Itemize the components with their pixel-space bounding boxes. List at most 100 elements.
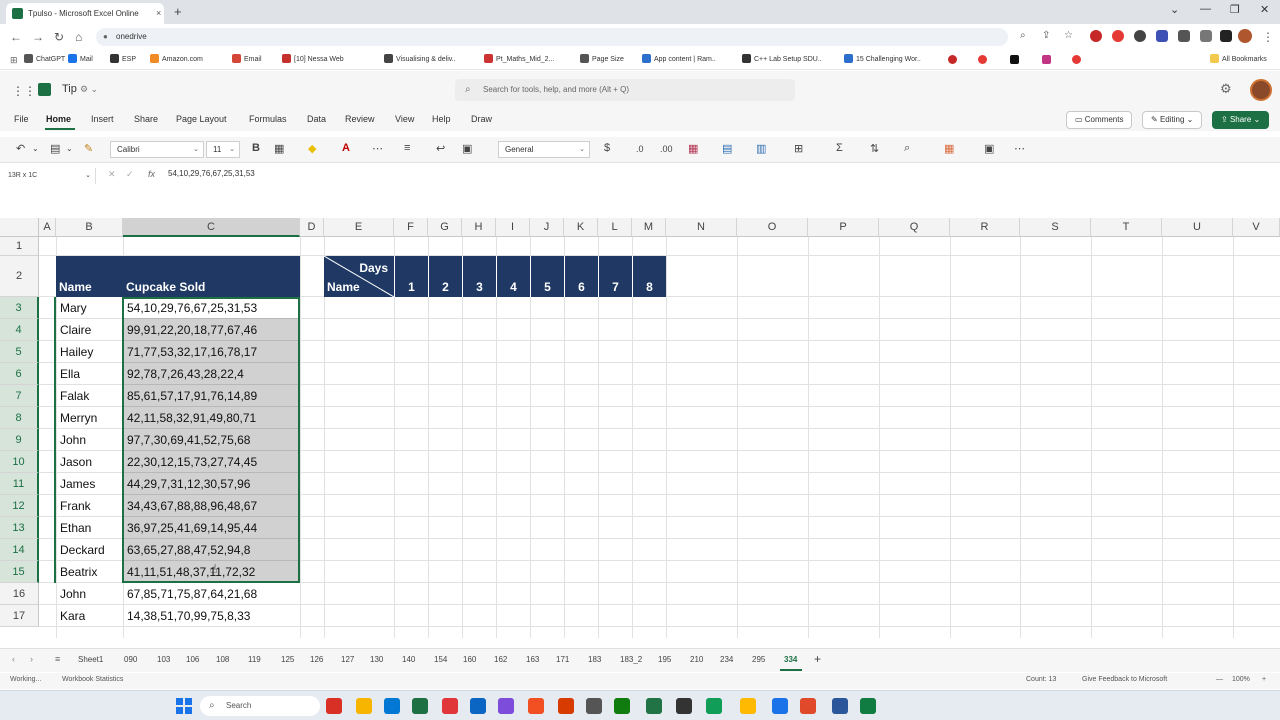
share-page-icon[interactable]: ⇪ [1042,30,1050,41]
taskbar-app-icon[interactable] [646,698,662,714]
name-cell[interactable]: Kara [56,605,123,627]
taskbar-app-icon[interactable] [528,698,544,714]
name-cell[interactable]: Ethan [56,517,123,539]
column-header-k[interactable]: K [564,218,598,237]
conditional-format-icon[interactable]: ▦ [688,142,698,155]
column-header-u[interactable]: U [1162,218,1233,237]
more-font-icon[interactable]: ⋯ [372,142,383,155]
cell-styles-icon[interactable]: ▥ [756,142,766,155]
sheet-tab-127[interactable]: 127 [341,655,354,664]
taskbar-app-icon[interactable] [356,698,372,714]
name-cell[interactable]: John [56,429,123,451]
align-icon[interactable]: ≡ [404,142,410,154]
fill-color-icon[interactable]: ◆ [308,142,316,155]
taskbar-app-icon[interactable] [412,698,428,714]
extension-icon[interactable] [1220,30,1232,42]
taskbar-app-icon[interactable] [676,698,692,714]
sheet-tab-295[interactable]: 295 [752,655,765,664]
sort-filter-icon[interactable]: ⇅ [870,142,879,155]
row-header-17[interactable]: 17 [0,605,39,627]
column-header-l[interactable]: L [598,218,632,237]
sheet-tab-183_2[interactable]: 183_2 [620,655,642,664]
column-header-h[interactable]: H [462,218,496,237]
sheet-tab-210[interactable]: 210 [690,655,703,664]
taskbar-app-icon[interactable] [800,698,816,714]
tab-search-icon[interactable]: ⌄ [1170,3,1179,16]
find-icon[interactable]: ⌕ [904,142,910,155]
sheet-tab-119[interactable]: 119 [248,655,261,664]
url-input[interactable]: ● onedrive [96,28,1008,46]
bookmark-item[interactable]: [10] Nessa Web [282,54,344,63]
column-header-p[interactable]: P [808,218,879,237]
tab-help[interactable]: Help [432,114,451,124]
bookmark-icon[interactable] [1042,55,1051,64]
sheet-tab-154[interactable]: 154 [434,655,447,664]
more-options-icon[interactable]: ⋯ [1014,142,1025,155]
row-header-6[interactable]: 6 [0,363,39,385]
row-header-3[interactable]: 3 [0,297,39,319]
addins-icon[interactable]: ▦ [944,142,954,155]
undo-icon[interactable]: ↶ [16,142,25,155]
number-format-select[interactable]: General ⌄ [498,141,590,158]
extension-icon[interactable] [1156,30,1168,42]
column-header-m[interactable]: M [632,218,666,237]
select-all-corner[interactable] [0,218,39,237]
name-cell[interactable]: Jason [56,451,123,473]
name-cell[interactable]: Hailey [56,341,123,363]
bold-icon[interactable]: B [252,142,260,154]
increase-decimal-icon[interactable]: .0 [636,144,644,154]
site-info-icon[interactable]: ● [103,28,108,46]
clipboard-dropdown-icon[interactable]: ⌄ [66,144,73,153]
name-cell[interactable]: Ella [56,363,123,385]
currency-icon[interactable]: $ [604,142,610,154]
home-icon[interactable]: ⌂ [75,30,82,44]
row-header-12[interactable]: 12 [0,495,39,517]
bookmark-item[interactable]: Mail [68,54,93,63]
sheet-tab-103[interactable]: 103 [157,655,170,664]
column-header-i[interactable]: I [496,218,530,237]
cupcake-sold-cell[interactable]: 63,65,27,88,47,52,94,8 [123,539,300,561]
taskbar-app-icon[interactable] [442,698,458,714]
sheet-tab-234[interactable]: 234 [720,655,733,664]
column-header-v[interactable]: V [1233,218,1280,237]
undo-dropdown-icon[interactable]: ⌄ [32,144,39,153]
row-header-16[interactable]: 16 [0,583,39,605]
cupcake-sold-cell[interactable]: 71,77,53,32,17,16,78,17 [123,341,300,363]
taskbar-app-icon[interactable] [614,698,630,714]
name-cell[interactable]: Deckard [56,539,123,561]
zoom-out-icon[interactable]: — [1216,676,1223,683]
name-cell[interactable]: Merryn [56,407,123,429]
settings-icon[interactable]: ⚙ [1220,81,1232,97]
cupcake-sold-cell[interactable]: 99,91,22,20,18,77,67,46 [123,319,300,341]
column-header-c[interactable]: C [123,218,300,237]
bookmark-icon[interactable] [948,55,957,64]
wrap-text-icon[interactable]: ↩ [436,142,445,155]
row-header-5[interactable]: 5 [0,341,39,363]
column-header-o[interactable]: O [737,218,808,237]
column-header-e[interactable]: E [324,218,394,237]
decrease-decimal-icon[interactable]: .00 [660,144,673,154]
taskbar-app-icon[interactable] [832,698,848,714]
cupcake-sold-cell[interactable]: 34,43,67,88,88,96,48,67 [123,495,300,517]
taskbar-app-icon[interactable] [586,698,602,714]
name-cell[interactable]: John [56,583,123,605]
tab-data[interactable]: Data [307,114,326,124]
cancel-icon[interactable]: ✕ [108,169,116,180]
taskbar-app-icon[interactable] [706,698,722,714]
taskbar-app-icon[interactable] [558,698,574,714]
cupcake-sold-cell[interactable]: 22,30,12,15,73,27,74,45 [123,451,300,473]
analyze-data-icon[interactable]: ▣ [984,142,994,155]
tab-view[interactable]: View [395,114,414,124]
tab-page-layout[interactable]: Page Layout [176,114,227,124]
taskbar-app-icon[interactable] [470,698,486,714]
minimize-button[interactable]: — [1200,3,1211,15]
bookmark-item[interactable]: Email [232,54,262,63]
spreadsheet-grid[interactable]: A B C D E F G H I J K L M N O P Q R S T U V 1 2 3 4 5 6 7 8 9 10 11 12 13 1… [0,218,1280,638]
cupcake-sold-cell[interactable]: 42,11,58,32,91,49,80,71 [123,407,300,429]
zoom-in-icon[interactable]: + [1262,676,1266,683]
windows-start-icon[interactable] [176,698,192,714]
row-header-7[interactable]: 7 [0,385,39,407]
clipboard-icon[interactable]: ▤ [50,142,60,155]
cupcake-sold-cell[interactable]: 85,61,57,17,91,76,14,89 [123,385,300,407]
sheet-tab-171[interactable]: 171 [556,655,569,664]
